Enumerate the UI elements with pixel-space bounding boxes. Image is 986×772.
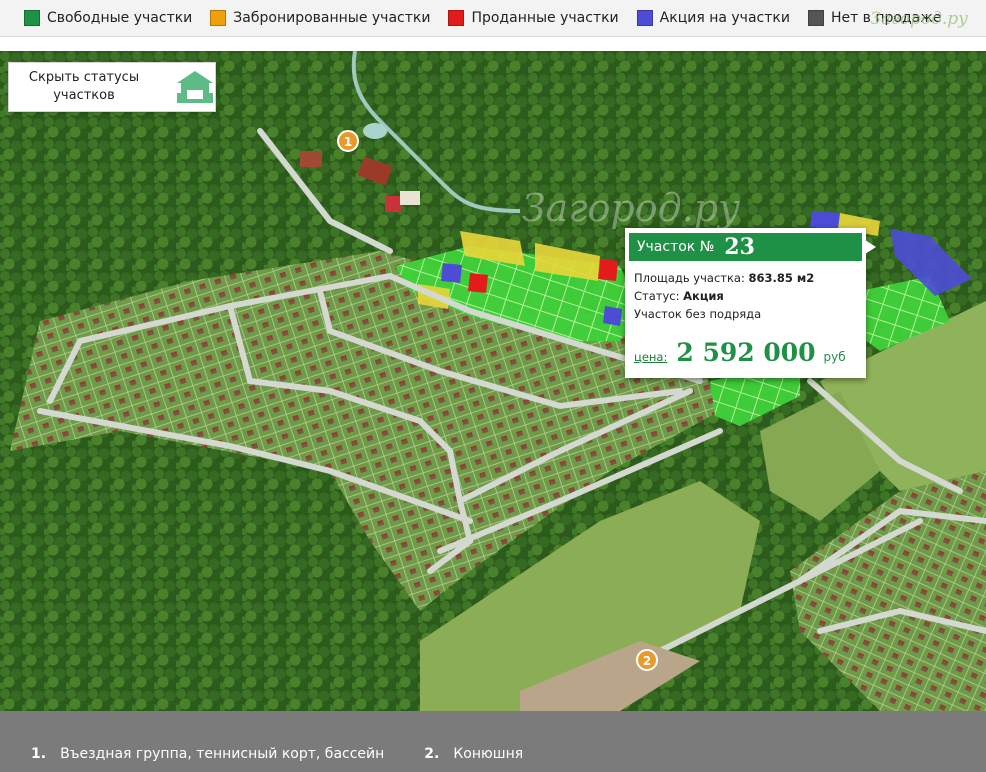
- legend-swatch-free: [24, 10, 40, 26]
- sold-plot: [598, 259, 618, 281]
- price-currency: руб: [823, 350, 846, 364]
- legend-label: Акция на участки: [659, 10, 790, 26]
- legend-item-free[interactable]: Свободные участки: [24, 10, 192, 26]
- promo-plot: [441, 263, 462, 283]
- house-icon: [177, 71, 213, 103]
- legend-label: Забронированные участки: [233, 10, 431, 26]
- legend-label: Свободные участки: [47, 10, 193, 26]
- map-marker-2[interactable]: 2: [636, 649, 658, 671]
- marker-number: 2: [643, 654, 651, 668]
- item-label: Въездная группа, теннисный корт, бассейн: [60, 745, 385, 762]
- plot-note: Участок без подряда: [634, 307, 762, 321]
- infrastructure-item-entry[interactable]: 1. Въездная группа, теннисный корт, басс…: [31, 746, 384, 762]
- plot-status-label: Статус:: [634, 289, 680, 303]
- infrastructure-item-stable[interactable]: 2. Конюшня: [424, 746, 523, 762]
- site-plan-map[interactable]: Загород.ру 1 2: [0, 51, 986, 711]
- map-watermark: Загород.ру: [522, 186, 740, 230]
- promo-plot: [810, 211, 840, 229]
- marker-number: 1: [344, 135, 352, 149]
- promo-plot: [603, 306, 622, 326]
- legend-item-promo[interactable]: Акция на участки: [636, 10, 790, 26]
- legend-swatch-promo: [636, 10, 653, 26]
- plot-area-value: 863.85 м2: [748, 271, 815, 285]
- plot-info-popup: Участок № 23 Площадь участка: 863.85 м2 …: [625, 228, 876, 378]
- hide-statuses-button[interactable]: Скрыть статусы участков: [8, 62, 216, 112]
- legend-swatch-sold: [448, 10, 465, 26]
- sold-plot: [468, 273, 488, 293]
- plot-price-row: цена: 2 592 000 руб: [634, 338, 846, 367]
- price-label[interactable]: цена:: [634, 350, 667, 364]
- legend-label: Проданные участки: [471, 10, 619, 26]
- item-number: 2.: [424, 745, 440, 762]
- infrastructure-legend: 1. Въездная группа, теннисный корт, басс…: [0, 711, 986, 772]
- plot-area-label: Площадь участка:: [634, 271, 745, 285]
- legend-item-booked[interactable]: Забронированные участки: [210, 10, 430, 26]
- watermark-logo: Загород.ру: [870, 9, 968, 29]
- legend-item-sold[interactable]: Проданные участки: [448, 10, 619, 26]
- pond: [363, 123, 387, 139]
- item-number: 1.: [31, 745, 47, 762]
- map-marker-1[interactable]: 1: [337, 130, 359, 152]
- legend-swatch-not-for-sale: [807, 10, 824, 26]
- item-label: Конюшня: [453, 745, 524, 762]
- legend-swatch-booked: [210, 10, 227, 26]
- legend-bar: Свободные участки Забронированные участк…: [0, 0, 986, 37]
- price-value: 2 592 000: [676, 338, 816, 367]
- map-canvas: Загород.ру 1 2: [0, 51, 986, 711]
- plot-number: 23: [724, 234, 755, 260]
- hide-statuses-label: Скрыть статусы участков: [28, 70, 140, 103]
- plot-status-value: Акция: [683, 289, 724, 303]
- plot-number-label: Участок №: [637, 239, 715, 255]
- plot-area-row: Площадь участка: 863.85 м2: [634, 271, 814, 285]
- popup-header: Участок № 23: [629, 233, 862, 261]
- plot-status-row: Статус: Акция: [634, 289, 724, 303]
- popup-pointer: [862, 238, 876, 256]
